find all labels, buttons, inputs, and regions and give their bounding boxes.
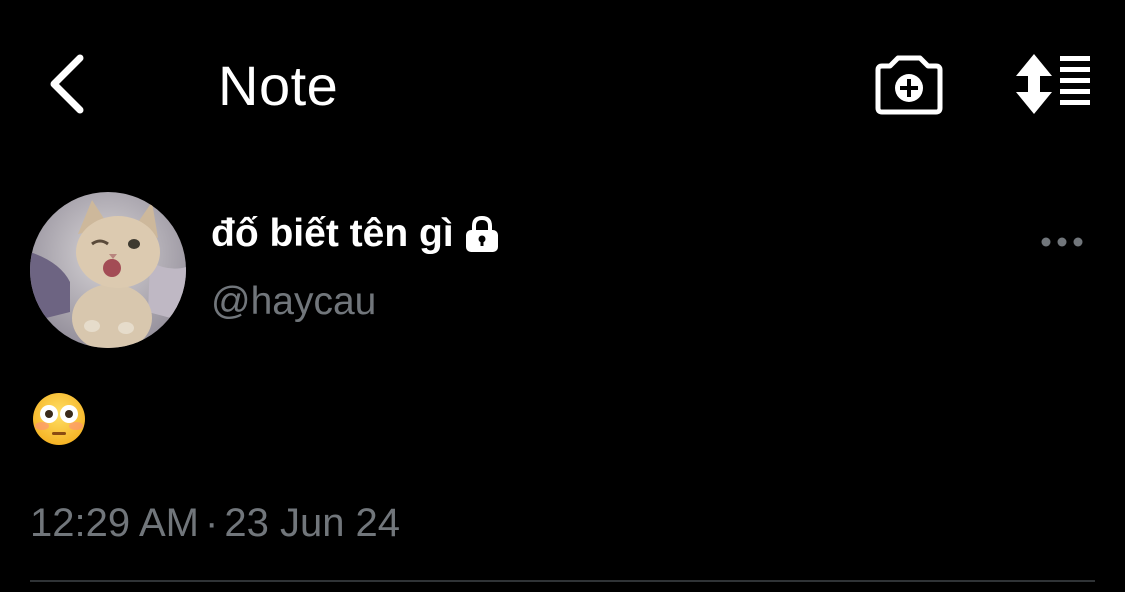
sort-button[interactable]	[1010, 54, 1094, 114]
more-horizontal-icon	[1041, 237, 1083, 247]
timestamp: 12:29 AM · 23 Jun 24	[30, 498, 400, 548]
lock-icon	[465, 215, 498, 252]
camera-plus-icon	[875, 55, 943, 115]
page-title: Note	[218, 54, 339, 117]
author-name-row: đố biết tên gì	[211, 208, 502, 260]
divider	[30, 580, 1095, 582]
avatar[interactable]	[30, 192, 186, 348]
top-bar: Note	[0, 0, 1125, 170]
flushed-face-emoji	[33, 393, 85, 445]
timestamp-time: 12:29 AM	[30, 501, 200, 545]
note-text	[30, 390, 88, 448]
timestamp-date: 23 Jun 24	[224, 501, 401, 545]
more-options-button[interactable]	[1036, 226, 1088, 258]
back-button[interactable]	[36, 48, 100, 120]
chevron-left-icon	[50, 54, 84, 114]
sort-list-icon	[1016, 54, 1090, 114]
kitten-avatar-image	[30, 192, 186, 348]
timestamp-separator: ·	[205, 501, 219, 545]
author-handle[interactable]: @haycau	[211, 278, 376, 326]
author-display-name[interactable]: đố biết tên gì	[211, 208, 454, 260]
add-photo-button[interactable]	[874, 54, 944, 118]
